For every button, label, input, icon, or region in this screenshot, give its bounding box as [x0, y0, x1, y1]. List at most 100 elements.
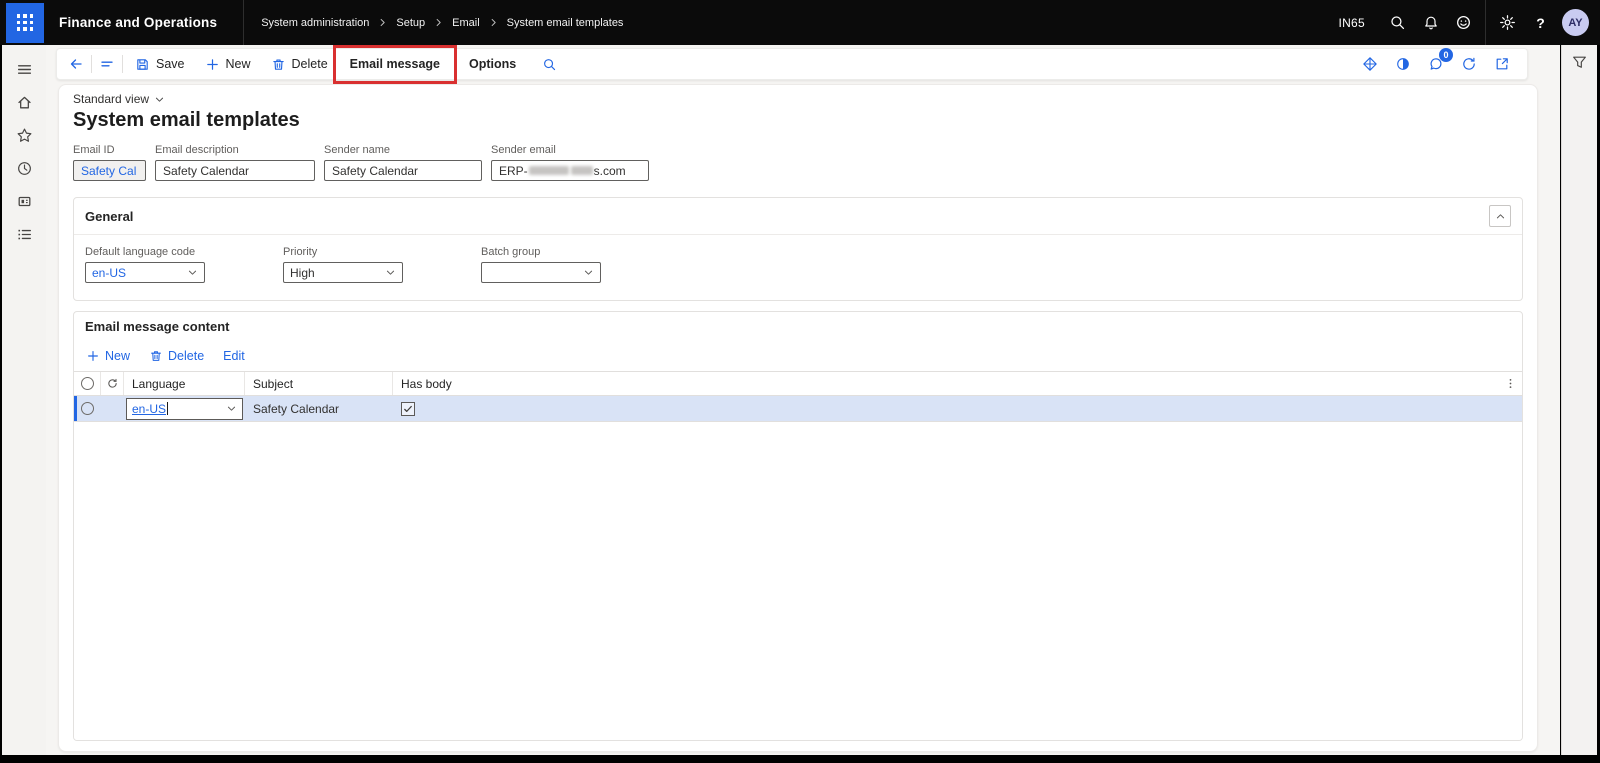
- help-icon[interactable]: ?: [1524, 0, 1557, 45]
- delete-button[interactable]: Delete: [261, 49, 338, 79]
- sender-email-field[interactable]: ERP-s.com: [491, 160, 649, 181]
- breadcrumb-item[interactable]: Email: [452, 17, 480, 29]
- chevron-down-icon: [226, 403, 237, 414]
- action-pane: Save New Delete Email message Options 0: [56, 45, 1528, 84]
- feedback-smiley-icon[interactable]: [1447, 0, 1480, 45]
- action-pane-lines-icon[interactable]: [94, 51, 120, 77]
- toolbar-divider: [122, 55, 123, 73]
- row-language-dropdown[interactable]: en-US: [126, 397, 243, 420]
- batch-group-label: Batch group: [481, 246, 541, 258]
- breadcrumb-item-current[interactable]: System email templates: [507, 17, 624, 29]
- email-id-field[interactable]: Safety Cal: [73, 160, 146, 181]
- row-select-radio[interactable]: [81, 402, 94, 415]
- grid-new-button[interactable]: New: [86, 349, 130, 363]
- email-content-section-header[interactable]: Email message content: [74, 312, 1522, 341]
- email-description-field[interactable]: Safety Calendar: [155, 160, 315, 181]
- general-section: General Default language code en-US Prio…: [73, 197, 1523, 301]
- sender-email-label: Sender email: [491, 144, 556, 156]
- chevron-down-icon: [154, 94, 165, 105]
- save-icon: [135, 57, 150, 72]
- hamburger-menu-icon[interactable]: [11, 56, 37, 82]
- favorites-star-icon[interactable]: [11, 122, 37, 148]
- email-content-section-title: Email message content: [85, 319, 230, 334]
- column-header-language[interactable]: Language: [124, 372, 245, 395]
- toolbar-divider: [454, 55, 455, 73]
- general-section-body: Default language code en-US Priority Hig…: [74, 235, 1522, 300]
- sender-name-field[interactable]: Safety Calendar: [324, 160, 482, 181]
- priority-dropdown[interactable]: High: [283, 262, 403, 283]
- default-language-dropdown[interactable]: en-US: [85, 262, 205, 283]
- email-message-tab[interactable]: Email message: [332, 45, 457, 84]
- workspace-icon[interactable]: [11, 188, 37, 214]
- email-description-label: Email description: [155, 144, 239, 156]
- notifications-bell-icon[interactable]: [1414, 0, 1447, 45]
- new-button[interactable]: New: [195, 49, 261, 79]
- app-title[interactable]: Finance and Operations: [59, 15, 217, 30]
- column-header-subject[interactable]: Subject: [245, 372, 393, 395]
- settings-gear-icon[interactable]: [1491, 0, 1524, 45]
- default-language-group: Default language code en-US: [85, 246, 205, 283]
- chevron-down-icon: [187, 267, 198, 278]
- chevron-down-icon: [385, 267, 396, 278]
- toolbar-search-icon[interactable]: [536, 51, 562, 77]
- row-subject-cell[interactable]: Safety Calendar: [245, 402, 393, 416]
- column-header-has-body[interactable]: Has body: [393, 372, 1498, 395]
- topbar-divider: [1485, 0, 1486, 45]
- save-button[interactable]: Save: [125, 49, 195, 79]
- open-in-new-window-icon[interactable]: [1489, 51, 1515, 77]
- side-panel-contrast-icon[interactable]: [1390, 51, 1416, 77]
- grid-more-icon[interactable]: [1498, 372, 1522, 395]
- sender-email-group: Sender email ERP-s.com: [491, 144, 649, 181]
- breadcrumb: System administration Setup Email System…: [261, 17, 623, 29]
- chevron-down-icon: [583, 267, 594, 278]
- modules-list-icon[interactable]: [11, 221, 37, 247]
- batch-group-group: Batch group: [481, 246, 601, 283]
- view-selector[interactable]: Standard view: [73, 92, 165, 106]
- refresh-icon[interactable]: [1456, 51, 1482, 77]
- breadcrumb-item[interactable]: System administration: [261, 17, 369, 29]
- grid-edit-button[interactable]: Edit: [223, 349, 245, 363]
- grid-refresh-icon[interactable]: [101, 372, 124, 395]
- chevron-right-icon: [489, 18, 498, 27]
- environment-badge: IN65: [1338, 15, 1365, 30]
- page-title: System email templates: [73, 109, 300, 131]
- user-avatar[interactable]: AY: [1562, 9, 1589, 36]
- search-icon[interactable]: [1381, 0, 1414, 45]
- priority-group: Priority High: [283, 246, 403, 283]
- trash-icon: [271, 57, 286, 72]
- notification-count-badge: 0: [1439, 48, 1453, 62]
- text-caret: [167, 402, 169, 415]
- trash-icon: [151, 351, 161, 361]
- message-center-icon[interactable]: 0: [1423, 48, 1453, 77]
- batch-group-dropdown[interactable]: [481, 262, 601, 283]
- redacted-text: [528, 166, 569, 175]
- default-language-label: Default language code: [85, 246, 196, 258]
- select-all-radio[interactable]: [80, 377, 94, 390]
- filter-funnel-icon[interactable]: [1571, 54, 1588, 755]
- grid-row-selected[interactable]: en-US Safety Calendar: [74, 396, 1522, 422]
- top-navigation-bar: Finance and Operations System administra…: [0, 0, 1600, 45]
- email-description-group: Email description Safety Calendar: [155, 144, 315, 181]
- back-arrow-icon[interactable]: [63, 51, 89, 77]
- collapse-section-button[interactable]: [1489, 205, 1511, 227]
- home-icon[interactable]: [11, 89, 37, 115]
- filter-pane-strip: [1561, 45, 1597, 755]
- email-content-section: Email message content New Delete Edit La…: [73, 311, 1523, 741]
- header-fields: Email ID Safety Cal Email description Sa…: [73, 144, 1523, 181]
- chevron-right-icon: [434, 18, 443, 27]
- recent-clock-icon[interactable]: [11, 155, 37, 181]
- grid-empty-area: [74, 422, 1522, 740]
- general-section-header[interactable]: General: [74, 198, 1522, 235]
- options-tab[interactable]: Options: [457, 49, 528, 79]
- app-launcher-button[interactable]: [6, 2, 44, 43]
- topbar-divider: [243, 0, 245, 45]
- view-selector-label: Standard view: [73, 92, 150, 106]
- left-navigation-rail: [2, 45, 46, 755]
- waffle-icon: [16, 14, 34, 31]
- action-pane-right-icons: 0: [1357, 48, 1521, 77]
- grid-delete-button[interactable]: Delete: [149, 349, 204, 363]
- power-apps-diamond-icon[interactable]: [1357, 51, 1383, 77]
- breadcrumb-item[interactable]: Setup: [396, 17, 425, 29]
- main-area: Save New Delete Email message Options 0 …: [46, 45, 1560, 755]
- has-body-checkbox[interactable]: [401, 401, 415, 416]
